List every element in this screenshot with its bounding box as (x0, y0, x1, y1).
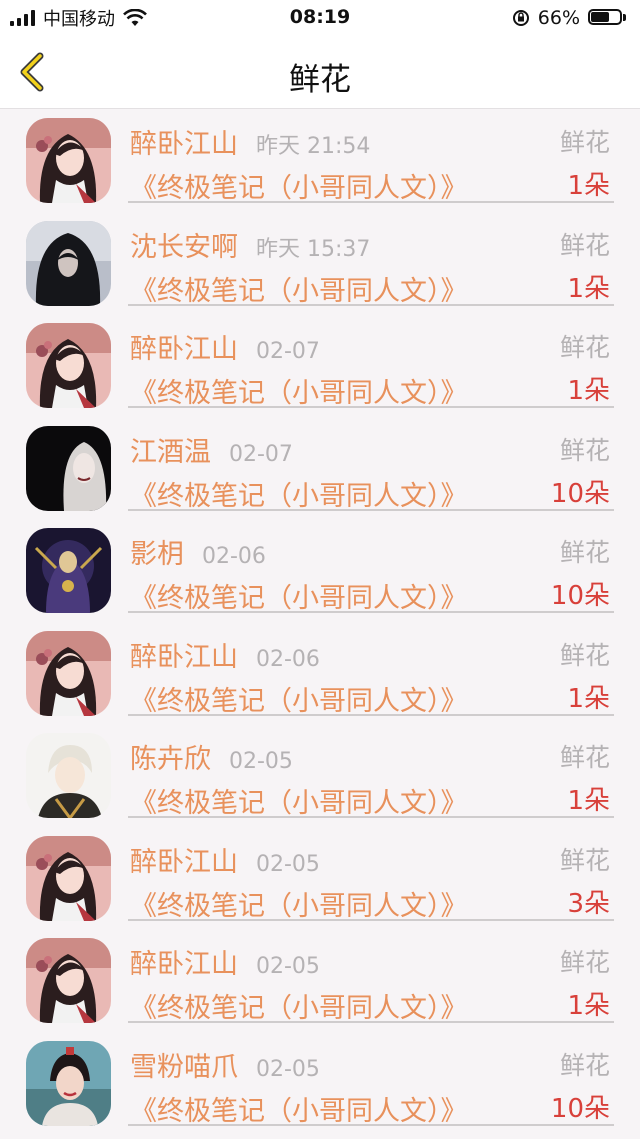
battery-icon (588, 9, 628, 27)
book-title[interactable]: 《终极笔记（小哥同人文）》 (130, 166, 468, 205)
user-avatar[interactable] (26, 425, 111, 511)
user-avatar[interactable] (26, 938, 111, 1023)
book-title[interactable]: 《终极笔记（小哥同人文）》 (130, 269, 468, 308)
divider (128, 303, 614, 306)
divider (128, 713, 614, 716)
flower-count: 1朵 (567, 171, 610, 201)
username[interactable]: 影枂 02-06 (130, 532, 266, 571)
list-item[interactable]: 醉卧江山 02-06 鲜花 《终极笔记（小哥同人文）》 1朵 (0, 622, 640, 725)
username[interactable]: 醉卧江山 昨天 21:54 (130, 122, 370, 161)
username[interactable]: 陈卉欣 02-05 (130, 737, 293, 776)
book-title[interactable]: 《终极笔记（小哥同人文）》 (130, 884, 468, 923)
timestamp: 02-06 (202, 544, 266, 569)
user-avatar[interactable] (26, 630, 111, 716)
timestamp: 昨天 21:54 (256, 134, 371, 159)
timestamp: 02-07 (256, 339, 320, 364)
flower-record-list: 醉卧江山 昨天 21:54 鲜花 《终极笔记（小哥同人文）》 1朵 沈长安啊 昨天 … (0, 109, 640, 1134)
nav-bar: 鲜花 (0, 36, 640, 109)
flower-count: 10朵 (550, 1093, 610, 1124)
user-avatar[interactable] (26, 528, 111, 613)
user-avatar[interactable] (26, 1040, 111, 1126)
timestamp: 02-05 (229, 749, 293, 774)
book-title[interactable]: 《终极笔记（小哥同人文）》 (130, 371, 468, 410)
gift-label: 鲜花 (559, 948, 610, 977)
status-right: 66% (512, 6, 628, 30)
timestamp: 02-06 (256, 646, 320, 672)
flower-count: 3朵 (567, 888, 610, 919)
list-item[interactable]: 陈卉欣 02-05 鲜花 《终极笔记（小哥同人文）》 1朵 (0, 724, 640, 827)
flower-count: 1朵 (567, 273, 610, 304)
book-title[interactable]: 《终极笔记（小哥同人文）》 (130, 679, 468, 718)
gift-label: 鲜花 (559, 743, 610, 772)
gift-label: 鲜花 (559, 845, 610, 875)
username[interactable]: 醉卧江山 02-07 (130, 327, 320, 366)
battery-percent: 66% (537, 7, 580, 29)
divider (128, 611, 614, 613)
divider (128, 201, 614, 203)
divider (128, 816, 614, 818)
username[interactable]: 沈长安啊 昨天 15:37 (130, 225, 370, 264)
divider (128, 918, 614, 921)
flower-count: 1朵 (567, 683, 610, 714)
timestamp: 02-07 (229, 441, 293, 467)
user-avatar[interactable] (26, 733, 111, 818)
list-item[interactable]: 醉卧江山 昨天 21:54 鲜花 《终极笔记（小哥同人文）》 1朵 (0, 109, 640, 212)
username[interactable]: 江酒温 02-07 (130, 430, 293, 469)
book-title[interactable]: 《终极笔记（小哥同人文）》 (130, 1089, 468, 1128)
gift-label: 鲜花 (559, 333, 610, 362)
username[interactable]: 醉卧江山 02-06 (130, 635, 320, 674)
list-item[interactable]: 醉卧江山 02-07 鲜花 《终极笔记（小哥同人文）》 1朵 (0, 314, 640, 417)
list-item[interactable]: 江酒温 02-07 鲜花 《终极笔记（小哥同人文）》 10朵 (0, 417, 640, 520)
divider (128, 1123, 614, 1126)
timestamp: 02-05 (256, 1056, 320, 1082)
book-title[interactable]: 《终极笔记（小哥同人文）》 (130, 576, 468, 615)
divider (128, 1021, 614, 1023)
gift-label: 鲜花 (559, 230, 610, 260)
list-item[interactable]: 醉卧江山 02-05 鲜花 《终极笔记（小哥同人文）》 1朵 (0, 929, 640, 1032)
flower-count: 10朵 (550, 478, 610, 509)
username[interactable]: 醉卧江山 02-05 (130, 942, 320, 981)
book-title[interactable]: 《终极笔记（小哥同人文）》 (130, 474, 468, 513)
gift-label: 鲜花 (559, 435, 610, 465)
timestamp: 02-05 (256, 851, 320, 877)
user-avatar[interactable] (26, 835, 111, 921)
book-title[interactable]: 《终极笔记（小哥同人文）》 (130, 781, 468, 820)
timestamp: 昨天 15:37 (256, 236, 371, 262)
list-item[interactable]: 雪粉喵爪 02-05 鲜花 《终极笔记（小哥同人文）》 10朵 (0, 1032, 640, 1135)
gift-label: 鲜花 (559, 128, 610, 157)
divider (128, 508, 614, 511)
gift-label: 鲜花 (559, 640, 610, 670)
username[interactable]: 雪粉喵爪 02-05 (130, 1045, 320, 1084)
timestamp: 02-05 (256, 954, 320, 979)
list-item[interactable]: 影枂 02-06 鲜花 《终极笔记（小哥同人文）》 10朵 (0, 519, 640, 622)
gift-label: 鲜花 (559, 1050, 610, 1080)
flower-count: 1朵 (567, 376, 610, 406)
user-avatar[interactable] (26, 220, 111, 306)
flower-count: 1朵 (567, 991, 610, 1021)
username[interactable]: 醉卧江山 02-05 (130, 840, 320, 879)
page-title: 鲜花 (289, 62, 351, 98)
flower-count: 10朵 (550, 581, 610, 611)
divider (128, 406, 614, 408)
status-bar: 中国移动 08:19 66% (0, 0, 640, 36)
list-item[interactable]: 沈长安啊 昨天 15:37 鲜花 《终极笔记（小哥同人文）》 1朵 (0, 212, 640, 315)
list-item[interactable]: 醉卧江山 02-05 鲜花 《终极笔记（小哥同人文）》 3朵 (0, 827, 640, 930)
rotation-lock-icon (512, 10, 529, 26)
gift-label: 鲜花 (559, 538, 610, 567)
book-title[interactable]: 《终极笔记（小哥同人文）》 (130, 986, 468, 1025)
user-avatar[interactable] (26, 118, 111, 203)
flower-count: 1朵 (567, 786, 610, 816)
user-avatar[interactable] (26, 323, 111, 408)
